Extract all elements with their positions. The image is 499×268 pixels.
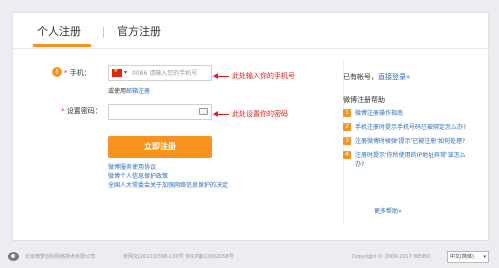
help-item-text[interactable]: 注册微博时候弹'提示'已被注册'如何处理? <box>355 137 473 146</box>
help-item[interactable]: 2 手机注册时提示手机号码已被绑定怎么办? <box>343 123 473 132</box>
weibo-logo-icon <box>8 252 19 261</box>
privacy-policy-link[interactable]: 微博个人信息保护政策 <box>108 172 228 181</box>
language-select[interactable]: 中文(简体) ▾ <box>447 251 489 263</box>
more-help-link[interactable]: 更多帮助» <box>374 207 402 216</box>
help-item[interactable]: 3 注册微博时候弹'提示'已被注册'如何处理? <box>343 137 473 146</box>
email-register-link[interactable]: 或使用邮箱注册 <box>108 87 150 96</box>
help-title: 微博注册帮助 <box>343 96 385 104</box>
footer-company: 北京微梦创科网络技术有限公司 <box>25 254 96 260</box>
help-item-text[interactable]: 微博注册操作指南 <box>355 109 473 118</box>
help-number-badge: 3 <box>343 137 351 145</box>
tab-personal-registration[interactable]: 个人注册 <box>37 25 81 39</box>
help-item[interactable]: 4 注册时提示'你所使用的IP地址异常'该怎么办? <box>343 151 473 169</box>
chevron-down-icon[interactable]: ▾ <box>124 68 127 78</box>
help-number-badge: 4 <box>343 151 351 159</box>
footer-icp[interactable]: 京网文[2011]0398-130号 京ICP备12002058号 <box>123 254 234 261</box>
login-link[interactable]: 直接登录» <box>378 73 410 81</box>
footer-copyright: Copyright © 2009-2017 WEIBO <box>352 254 431 260</box>
tab-official-registration[interactable]: 官方注册 <box>117 25 161 39</box>
policy-links: 微博服务使用协议 微博个人信息保护政策 全国人大常委会关于加强网络信息保护的决定 <box>108 163 228 190</box>
service-agreement-link[interactable]: 微博服务使用协议 <box>108 163 228 172</box>
password-input[interactable] <box>108 104 212 120</box>
help-number-badge: 1 <box>343 109 351 117</box>
password-label: * 设置密码： <box>61 107 102 115</box>
has-account-line: 已有帐号，直接登录» <box>343 73 411 81</box>
chevron-down-icon: ▾ <box>483 254 486 260</box>
phone-label: * 手机： <box>64 69 91 77</box>
annotation-arrow-phone <box>213 73 229 79</box>
tab-bar: 个人注册 官方注册 <box>13 13 490 49</box>
help-list: 1 微博注册操作指南 2 手机注册时提示手机号码已被绑定怎么办? 3 注册微博时… <box>343 109 473 174</box>
page-footer: 北京微梦创科网络技术有限公司 京网文[2011]0398-130号 京ICP备1… <box>0 248 499 268</box>
active-tab-indicator <box>33 44 91 47</box>
warning-icon: ! <box>52 67 62 77</box>
tab-separator <box>103 27 104 38</box>
phone-annotation: 此处输入你的手机号 <box>232 72 295 80</box>
china-flag-icon[interactable]: ★ <box>112 67 122 77</box>
help-item-text[interactable]: 手机注册时提示手机号码已被绑定怎么办? <box>355 123 473 132</box>
phone-input[interactable]: ★ ▾ 0086 请输入您的手机号 <box>108 65 212 81</box>
help-number-badge: 2 <box>343 123 351 131</box>
annotation-arrow-password <box>213 111 229 117</box>
register-button[interactable]: 立即注册 <box>108 136 212 158</box>
network-protection-link[interactable]: 全国人大常委会关于加强网络信息保护的决定 <box>108 181 228 190</box>
help-item[interactable]: 1 微博注册操作指南 <box>343 109 473 118</box>
phone-placeholder: 0086 请输入您的手机号 <box>132 70 198 77</box>
password-annotation: 此处设置你的密码 <box>232 110 288 118</box>
keyboard-icon[interactable] <box>199 108 208 115</box>
help-item-text[interactable]: 注册时提示'你所使用的IP地址异常'该怎么办? <box>355 151 473 169</box>
